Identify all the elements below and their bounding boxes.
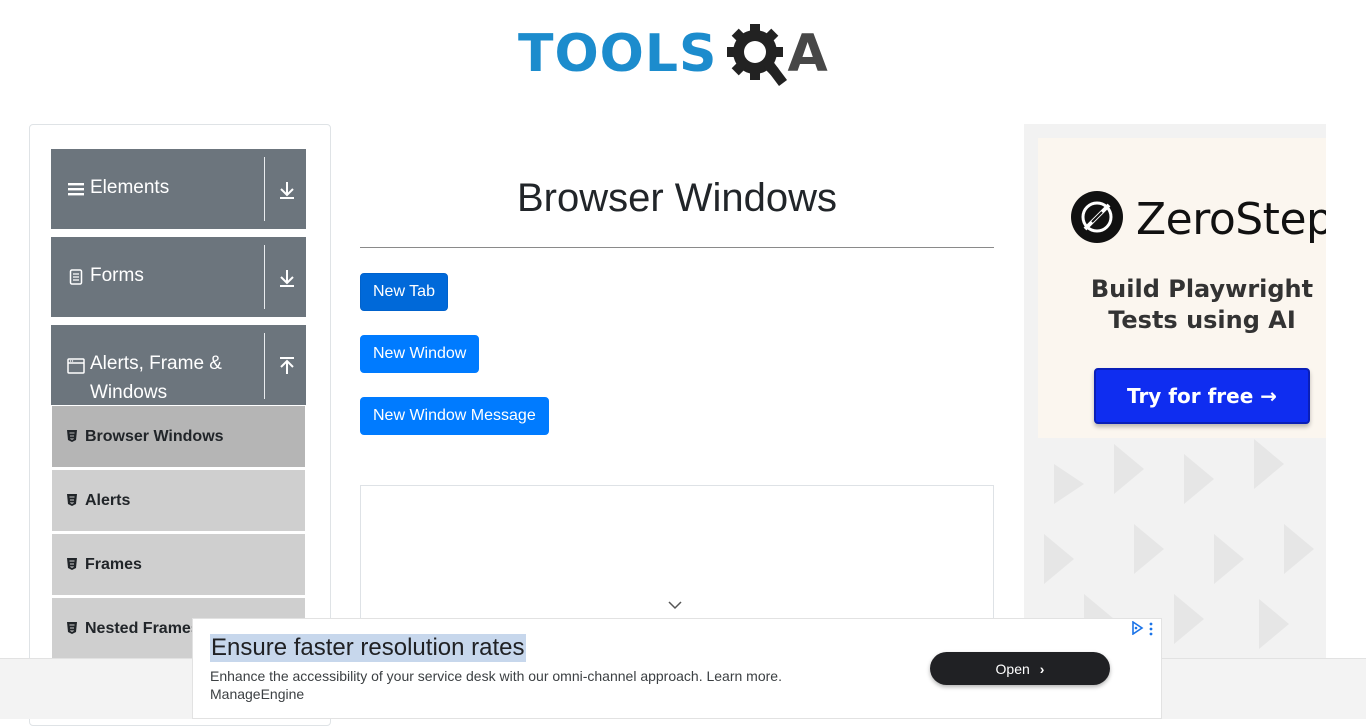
group-divider (264, 245, 265, 309)
ad-open-button[interactable]: Open › (930, 652, 1110, 685)
adchoices-icon[interactable] (1130, 621, 1144, 635)
new-window-message-button[interactable]: New Window Message (360, 397, 549, 435)
document-icon (69, 269, 83, 285)
try-for-free-button[interactable]: Try for free → (1094, 368, 1310, 424)
ad-headline[interactable]: Ensure faster resolution rates (210, 634, 526, 662)
download-icon[interactable] (277, 179, 297, 201)
sidebar-item-browser-windows[interactable]: Browser Windows (51, 405, 306, 468)
sidebar-group-label: Alerts, Frame & Windows (90, 353, 222, 403)
sidebar-group-label: Forms (90, 265, 144, 286)
zerostep-brand: ZeroStep (1136, 194, 1326, 245)
page-title: Browser Windows (516, 176, 838, 220)
logo-text: TOOLS (518, 24, 718, 84)
group-divider (264, 157, 265, 221)
sidebar-item-label: Alerts (85, 492, 131, 509)
html5-icon (67, 558, 77, 570)
group-divider (264, 333, 265, 399)
zerostep-tagline: Build Playwright Tests using AI (1052, 274, 1326, 336)
download-icon[interactable] (277, 267, 297, 289)
window-icon (67, 358, 85, 374)
ad-body-text: Enhance the accessibility of your servic… (210, 668, 782, 684)
tagline-line-2: Tests using AI (1108, 306, 1296, 334)
sidebar-group-forms[interactable]: Forms (51, 237, 306, 317)
ad-open-label: Open (995, 660, 1030, 677)
logo-suffix: A (787, 24, 828, 84)
new-window-button[interactable]: New Window (360, 335, 480, 373)
sidebar-item-label: Browser Windows (85, 428, 224, 445)
sidebar-item-label: Nested Frames (85, 620, 200, 637)
bottom-advertisement[interactable]: Ensure faster resolution rates Enhance t… (192, 618, 1162, 719)
sidebar-item-label: Frames (85, 556, 142, 573)
sidebar-item-frames[interactable]: Frames (51, 533, 306, 596)
html5-icon (67, 622, 77, 634)
chevron-right-icon: › (1039, 660, 1045, 677)
sidebar-group-elements[interactable]: Elements (51, 149, 306, 229)
gear-q-icon (727, 24, 788, 86)
sidebar-group-label: Elements (90, 177, 170, 198)
ad-advertiser: ManageEngine (210, 686, 305, 702)
zerostep-card: ZeroStep Build Playwright Tests using AI… (1038, 138, 1326, 438)
title-divider (360, 247, 994, 248)
sidebar-item-alerts[interactable]: Alerts (51, 469, 306, 532)
chevron-down-icon[interactable] (668, 600, 682, 610)
html5-icon (67, 430, 77, 442)
html5-icon (67, 494, 77, 506)
zerostep-logo-icon (1071, 191, 1123, 243)
more-options-icon[interactable] (1148, 622, 1154, 636)
toolsqa-logo[interactable]: TOOLS A (518, 16, 828, 92)
upload-icon[interactable] (277, 355, 297, 377)
tagline-line-1: Build Playwright (1090, 275, 1314, 303)
sidebar-group-alerts-frame-windows[interactable]: Alerts, Frame & Windows (51, 325, 306, 406)
hamburger-icon (68, 183, 84, 196)
new-tab-button[interactable]: New Tab (360, 273, 448, 311)
zerostep-advertisement[interactable]: ZeroStep Build Playwright Tests using AI… (1024, 124, 1326, 664)
